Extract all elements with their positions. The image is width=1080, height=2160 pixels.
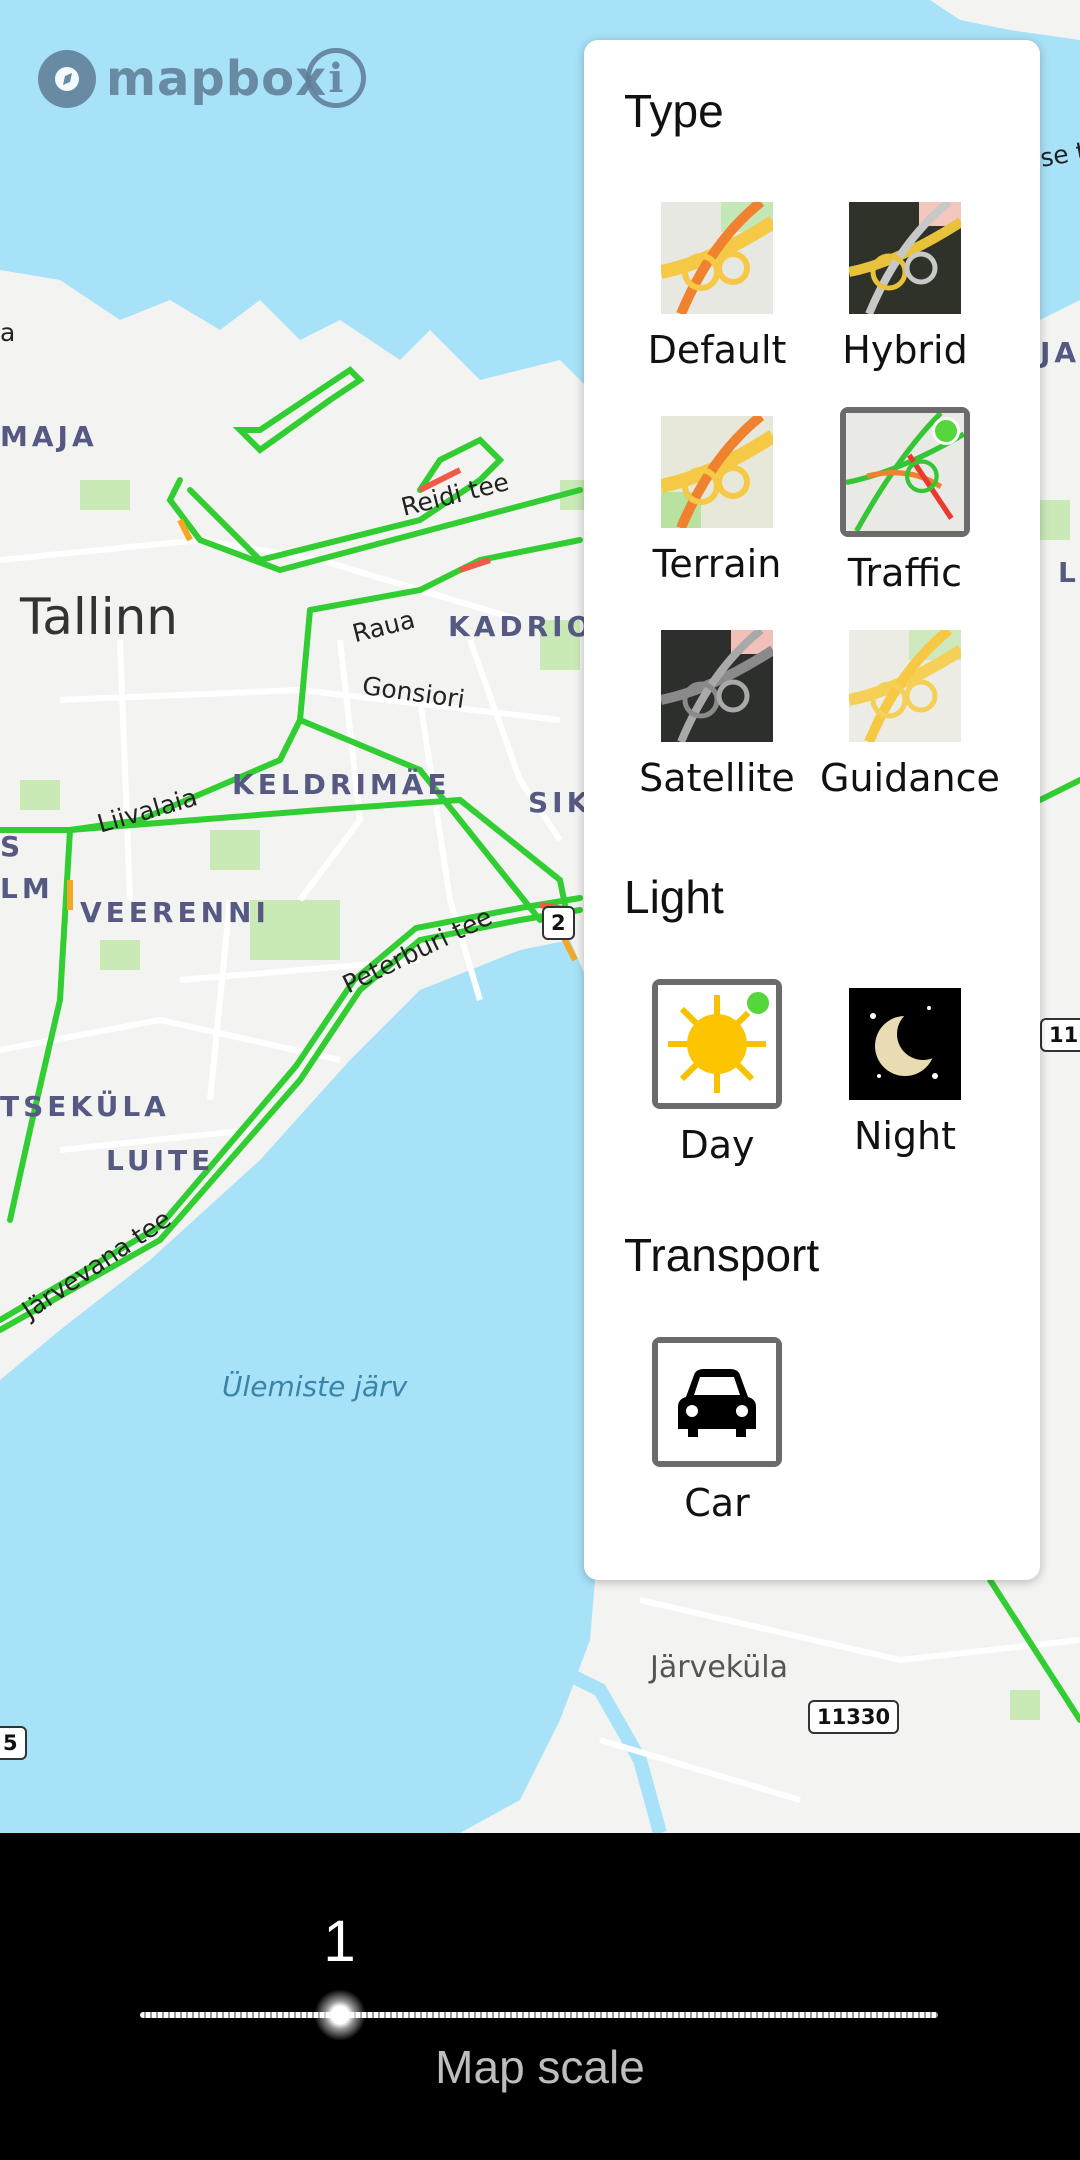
- transport-option-car[interactable]: Car: [632, 1337, 802, 1525]
- district-label: JA: [1040, 336, 1080, 369]
- transport-section-title: Transport: [624, 1229, 820, 1281]
- guidance-map-thumbnail: [847, 626, 965, 744]
- mapbox-logo-icon: [38, 50, 96, 108]
- type-label: Traffic: [847, 551, 963, 595]
- district-label: L: [1058, 556, 1080, 589]
- moon-icon: [849, 988, 961, 1100]
- traffic-map-thumbnail: [840, 407, 970, 537]
- road-shield: 11330: [808, 1700, 900, 1734]
- type-option-hybrid[interactable]: Hybrid: [820, 198, 990, 372]
- transport-label: Car: [684, 1481, 750, 1525]
- car-icon: [658, 1343, 776, 1461]
- district-label: LM: [0, 872, 54, 905]
- mapbox-wordmark: mapbox: [106, 51, 328, 107]
- type-section-title: Type: [624, 85, 724, 137]
- district-label: MAJA: [0, 420, 98, 453]
- day-thumbnail: [652, 979, 782, 1109]
- light-label: Night: [853, 1114, 957, 1158]
- car-thumbnail: [652, 1337, 782, 1467]
- type-option-satellite[interactable]: Satellite: [632, 626, 802, 800]
- map-scale-slider[interactable]: [140, 2012, 938, 2018]
- map-scale-value: 1: [323, 1909, 356, 1974]
- type-label: Guidance: [820, 756, 1000, 800]
- district-label: LUITE: [106, 1144, 215, 1177]
- selected-indicator-dot: [932, 417, 960, 445]
- type-label: Hybrid: [842, 328, 968, 372]
- light-label: Day: [679, 1123, 755, 1167]
- info-icon[interactable]: i: [306, 48, 366, 108]
- light-section-title: Light: [624, 871, 724, 923]
- district-label: VEERENNI: [80, 896, 270, 929]
- mapbox-logo[interactable]: mapbox: [38, 50, 327, 108]
- type-option-traffic[interactable]: Traffic: [820, 407, 990, 595]
- district-label: KELDRIMÄE: [232, 768, 451, 801]
- type-option-terrain[interactable]: Terrain: [632, 412, 802, 586]
- type-option-default[interactable]: Default: [632, 198, 802, 372]
- type-option-guidance[interactable]: Guidance: [820, 626, 1000, 800]
- satellite-map-thumbnail: [660, 626, 776, 744]
- district-label: S: [0, 830, 25, 863]
- lake-label: Ülemiste järv: [222, 1370, 408, 1403]
- terrain-map-thumbnail: [659, 412, 777, 530]
- road-shield: 2: [542, 906, 575, 940]
- night-thumbnail: [849, 988, 961, 1100]
- default-map-thumbnail: [659, 198, 777, 316]
- map-view[interactable]: Tallinn MAJA KADRIO KELDRIMÄE SIK LM VEE…: [0, 0, 1080, 1833]
- map-scale-slider-thumb[interactable]: [313, 1989, 366, 2041]
- map-label: a: [0, 318, 16, 347]
- road-shield: 5: [0, 1726, 27, 1760]
- light-option-night[interactable]: Night: [820, 988, 990, 1158]
- map-options-panel: Type Default Hybrid Terrain Traffic Sate…: [584, 40, 1040, 1580]
- district-label: KADRIO: [448, 610, 595, 643]
- district-label: TSEKÜLA: [0, 1090, 170, 1123]
- light-option-day[interactable]: Day: [632, 979, 802, 1167]
- map-scale-label: Map scale: [435, 2041, 645, 2093]
- city-label: Tallinn: [20, 588, 178, 646]
- bottom-bar: [0, 1833, 1080, 2160]
- district-label: SIK: [528, 786, 593, 819]
- type-label: Terrain: [652, 542, 782, 586]
- place-label: Järveküla: [650, 1650, 788, 1685]
- selected-indicator-dot: [744, 989, 772, 1017]
- road-shield: 11: [1040, 1018, 1080, 1052]
- type-label: Satellite: [639, 756, 795, 800]
- type-label: Default: [647, 328, 787, 372]
- hybrid-map-thumbnail: [848, 198, 964, 316]
